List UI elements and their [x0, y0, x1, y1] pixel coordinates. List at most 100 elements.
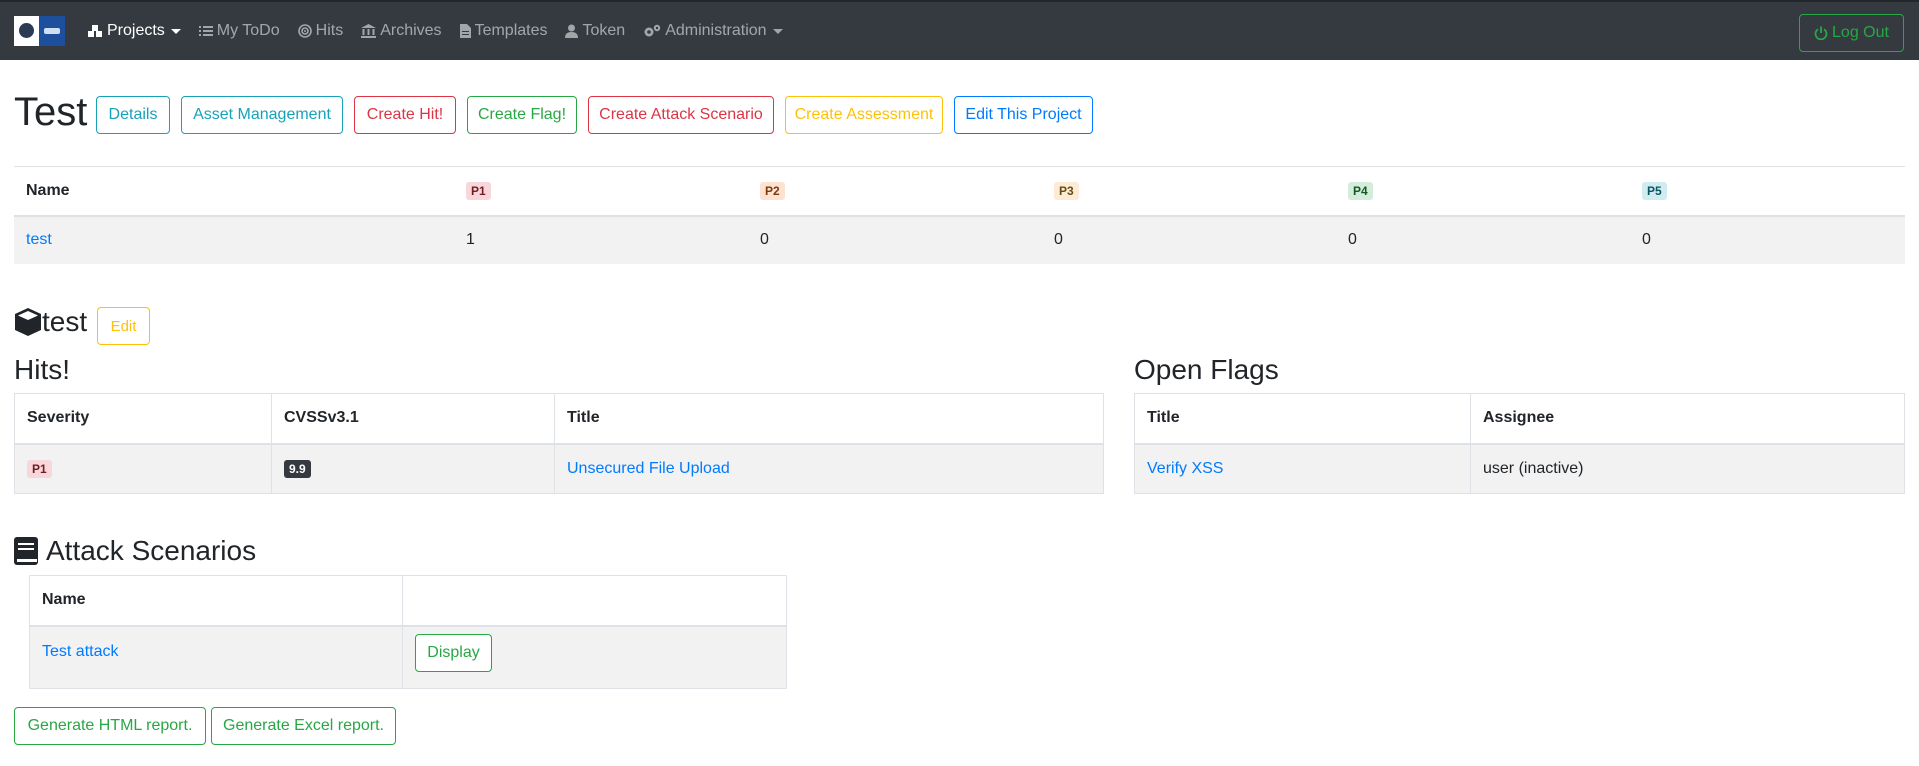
- p1-count: 1: [454, 215, 748, 264]
- table-row: P1 9.9 Unsecured File Upload: [14, 443, 1104, 494]
- hit-link[interactable]: Unsecured File Upload: [567, 460, 730, 477]
- generate-html-report-button[interactable]: Generate HTML report.: [14, 707, 206, 745]
- file-icon: [459, 24, 471, 38]
- severity-badge: P1: [27, 459, 52, 478]
- nav-administration-label: Administration: [665, 22, 767, 39]
- p4-badge: P4: [1348, 181, 1373, 200]
- nav-archives-label: Archives: [380, 22, 442, 39]
- display-button[interactable]: Display: [415, 633, 492, 672]
- generate-excel-report-button[interactable]: Generate Excel report.: [211, 707, 396, 745]
- asset-management-button[interactable]: Asset Management: [181, 96, 343, 134]
- hit-title-cell: Unsecured File Upload: [554, 443, 1104, 494]
- nav-token-label: Token: [582, 22, 626, 39]
- p2-badge: P2: [760, 181, 785, 200]
- create-attack-scenario-button[interactable]: Create Attack Scenario: [588, 96, 774, 134]
- nav-projects-label: Projects: [107, 22, 165, 39]
- nav-hits-label: Hits: [315, 22, 344, 39]
- edit-assessment-button[interactable]: Edit: [97, 307, 150, 345]
- col-scenario-name: Name: [29, 575, 403, 627]
- create-hit-button[interactable]: Create Hit!: [354, 96, 456, 134]
- book-icon: [14, 537, 38, 565]
- nav-archives[interactable]: Archives: [361, 1, 442, 61]
- scenario-action-cell: Display: [402, 625, 787, 689]
- col-flag-title: Title: [1134, 393, 1471, 445]
- hits-table: Severity CVSSv3.1 Title P1 9.9 Unsecured…: [14, 393, 1104, 494]
- cvss-badge: 9.9: [284, 459, 311, 478]
- col-p5: P5: [1630, 166, 1905, 217]
- user-icon: [565, 24, 579, 38]
- main-nav: Projects My ToDo Hits Archives Templates…: [87, 1, 801, 61]
- attack-scenarios-table: Name Test attack Display: [29, 575, 787, 689]
- p5-count: 0: [1630, 215, 1905, 264]
- p3-count: 0: [1042, 215, 1336, 264]
- power-icon: [1814, 26, 1828, 40]
- severity-cell: P1: [14, 443, 272, 494]
- logout-button[interactable]: Log Out: [1799, 14, 1904, 52]
- assessment-name-cell: test: [14, 215, 454, 264]
- nav-administration[interactable]: Administration: [643, 1, 783, 61]
- owl-logo-icon: [14, 16, 39, 46]
- table-header-row: Name P1 P2 P3 P4 P5: [14, 166, 1905, 217]
- table-header-row: Name: [29, 575, 787, 627]
- target-icon: [297, 24, 312, 38]
- top-navbar: Projects My ToDo Hits Archives Templates…: [0, 0, 1919, 60]
- cogs-icon: [644, 24, 661, 37]
- assessment-heading: test: [14, 305, 87, 339]
- bank-icon: [361, 24, 377, 38]
- brand-logo-icon: [39, 16, 65, 46]
- col-severity: Severity: [14, 393, 272, 445]
- assignee-cell: user (inactive): [1470, 443, 1905, 494]
- col-p1: P1: [454, 166, 748, 217]
- edit-project-button[interactable]: Edit This Project: [954, 96, 1093, 134]
- col-p3: P3: [1042, 166, 1336, 217]
- nav-hits[interactable]: Hits: [297, 1, 344, 61]
- col-title: Title: [554, 393, 1104, 445]
- table-header-row: Severity CVSSv3.1 Title: [14, 393, 1104, 445]
- scenario-link[interactable]: Test attack: [42, 643, 118, 660]
- p5-badge: P5: [1642, 181, 1667, 200]
- cvss-cell: 9.9: [271, 443, 555, 494]
- details-button[interactable]: Details: [96, 96, 170, 134]
- hits-heading: Hits!: [14, 354, 70, 385]
- p1-badge: P1: [466, 181, 491, 200]
- p4-count: 0: [1336, 215, 1630, 264]
- open-flags-heading: Open Flags: [1134, 354, 1279, 385]
- scenario-name-cell: Test attack: [29, 625, 403, 689]
- brand-logo[interactable]: [14, 16, 65, 46]
- col-actions: [402, 575, 787, 627]
- cubes-icon: [88, 25, 102, 37]
- create-assessment-button[interactable]: Create Assessment: [785, 96, 943, 134]
- flag-title-cell: Verify XSS: [1134, 443, 1471, 494]
- logout-label: Log Out: [1832, 24, 1889, 41]
- project-title: Test: [14, 90, 88, 134]
- col-p2: P2: [748, 166, 1042, 217]
- p2-count: 0: [748, 215, 1042, 264]
- assessment-link[interactable]: test: [26, 231, 52, 248]
- attack-scenarios-title: Attack Scenarios: [46, 535, 257, 566]
- cube-icon: [15, 308, 41, 336]
- nav-token[interactable]: Token: [565, 1, 625, 61]
- col-p4: P4: [1336, 166, 1630, 217]
- list-icon: [198, 26, 213, 36]
- flags-table: Title Assignee Verify XSS user (inactive…: [1134, 393, 1905, 494]
- nav-templates-label: Templates: [474, 22, 548, 39]
- p3-badge: P3: [1054, 181, 1079, 200]
- col-cvss: CVSSv3.1: [271, 393, 555, 445]
- col-name: Name: [14, 166, 454, 217]
- nav-templates[interactable]: Templates: [459, 1, 548, 61]
- nav-projects[interactable]: Projects: [87, 1, 181, 61]
- create-flag-button[interactable]: Create Flag!: [467, 96, 577, 134]
- nav-my-todo[interactable]: My ToDo: [198, 1, 280, 61]
- chevron-down-icon: [772, 28, 783, 34]
- chevron-down-icon: [170, 28, 181, 34]
- assessment-title: test: [42, 306, 88, 337]
- flag-link[interactable]: Verify XSS: [1147, 460, 1223, 477]
- assessment-summary-table: Name P1 P2 P3 P4 P5 test 1 0 0 0 0: [14, 166, 1905, 264]
- table-row: Verify XSS user (inactive): [1134, 443, 1905, 494]
- attack-scenarios-heading: Attack Scenarios: [14, 534, 256, 568]
- col-assignee: Assignee: [1470, 393, 1905, 445]
- table-header-row: Title Assignee: [1134, 393, 1905, 445]
- table-row: test 1 0 0 0 0: [14, 215, 1905, 264]
- nav-my-todo-label: My ToDo: [216, 22, 280, 39]
- table-row: Test attack Display: [29, 625, 787, 689]
